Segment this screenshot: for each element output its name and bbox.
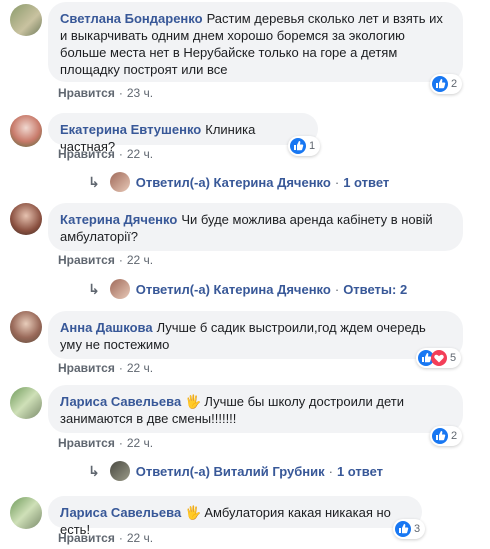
love-icon <box>431 350 447 366</box>
timestamp[interactable]: 22 ч. <box>127 531 153 545</box>
timestamp[interactable]: 22 ч. <box>127 361 153 375</box>
comment-bubble: Катерина Дяченко Чи буде можлива аренда к… <box>48 203 463 251</box>
like-icon <box>432 428 448 444</box>
avatar <box>109 172 130 192</box>
replies-author[interactable]: Ответил(-а) Виталий Грубник <box>136 464 325 479</box>
comment-bubble: Лариса Савельева 🖐 Амбулатория какая никак… <box>48 496 422 537</box>
like-button[interactable]: Нравится <box>58 86 115 100</box>
comment-bubble: Светлана Бондаренко Растим деревья скольк… <box>48 2 463 82</box>
comment-bubble: Анна Дашкова Лучше б садик выстроили,год … <box>48 311 463 359</box>
avatar[interactable] <box>10 115 42 147</box>
avatar[interactable] <box>10 497 42 529</box>
separator: · <box>334 281 340 297</box>
reaction-count: 1 <box>309 140 316 152</box>
avatar[interactable] <box>10 387 42 419</box>
replies-author[interactable]: Ответил(-а) Катерина Дяченко <box>136 175 331 190</box>
avatar <box>109 461 130 481</box>
reaction-count: 5 <box>450 352 457 364</box>
replies-author[interactable]: Ответил(-а) Катерина Дяченко <box>136 282 331 297</box>
reactions-badge[interactable]: 3 <box>393 519 426 539</box>
reaction-count: 2 <box>451 430 458 442</box>
like-button[interactable]: Нравится <box>58 436 115 450</box>
comment-author[interactable]: Катерина Дяченко <box>60 212 177 227</box>
timestamp[interactable]: 22 ч. <box>127 253 153 267</box>
avatar[interactable] <box>10 4 42 36</box>
hand-icon: 🖐 <box>185 394 202 409</box>
timestamp[interactable]: 23 ч. <box>127 86 153 100</box>
reactions-badge[interactable]: 2 <box>430 74 463 94</box>
separator: · <box>118 147 123 161</box>
comment-meta: Нравится · 22 ч. <box>58 147 153 161</box>
separator: · <box>118 86 123 100</box>
timestamp[interactable]: 22 ч. <box>127 147 153 161</box>
reactions-badge[interactable]: 2 <box>430 426 463 446</box>
reply-arrow-icon: ↳ <box>88 462 100 479</box>
comment-author[interactable]: Лариса Савельева <box>60 394 181 409</box>
comment-author[interactable]: Екатерина Евтушенко <box>60 122 201 137</box>
like-icon <box>432 76 448 92</box>
reaction-count: 2 <box>451 78 458 90</box>
like-button[interactable]: Нравится <box>58 531 115 545</box>
like-icon <box>395 521 411 537</box>
separator: · <box>118 253 123 267</box>
reactions-badge[interactable]: 5 <box>416 348 462 368</box>
avatar[interactable] <box>10 311 42 343</box>
separator: · <box>334 174 340 190</box>
separator: · <box>118 436 123 450</box>
reply-arrow-icon: ↳ <box>88 280 100 297</box>
replies-count[interactable]: 1 ответ <box>337 464 383 479</box>
comment-bubble: Екатерина Евтушенко Клиника частная? <box>48 113 318 154</box>
view-replies-link[interactable]: ↳ Ответил(-а) Катерина Дяченко · 1 ответ <box>88 172 389 192</box>
replies-count[interactable]: Ответы: 2 <box>343 282 407 297</box>
avatar <box>109 279 130 299</box>
like-icon <box>290 138 306 154</box>
reaction-count: 3 <box>414 523 421 535</box>
like-button[interactable]: Нравится <box>58 253 115 267</box>
comment-author[interactable]: Лариса Савельева <box>60 505 181 520</box>
comment-author[interactable]: Анна Дашкова <box>60 320 153 335</box>
replies-count[interactable]: 1 ответ <box>343 175 389 190</box>
like-button[interactable]: Нравится <box>58 147 115 161</box>
comment-meta: Нравится · 22 ч. <box>58 531 153 545</box>
comment-meta: Нравится · 23 ч. <box>58 86 153 100</box>
separator: · <box>118 531 123 545</box>
view-replies-link[interactable]: ↳ Ответил(-а) Катерина Дяченко · Ответы: 2 <box>88 279 407 299</box>
avatar[interactable] <box>10 203 42 235</box>
hand-icon: 🖐 <box>185 505 202 520</box>
reactions-badge[interactable]: 1 <box>288 136 321 156</box>
separator: · <box>118 361 123 375</box>
like-button[interactable]: Нравится <box>58 361 115 375</box>
timestamp[interactable]: 22 ч. <box>127 436 153 450</box>
comment-author[interactable]: Светлана Бондаренко <box>60 11 203 26</box>
comment-meta: Нравится · 22 ч. <box>58 253 153 267</box>
comment-meta: Нравится · 22 ч. <box>58 436 153 450</box>
comment-meta: Нравится · 22 ч. <box>58 361 153 375</box>
reply-arrow-icon: ↳ <box>88 173 100 190</box>
separator: · <box>328 463 333 479</box>
view-replies-link[interactable]: ↳ Ответил(-а) Виталий Грубник · 1 ответ <box>88 461 383 481</box>
comment-bubble: Лариса Савельева 🖐 Лучше бы школу достроил… <box>48 385 463 433</box>
